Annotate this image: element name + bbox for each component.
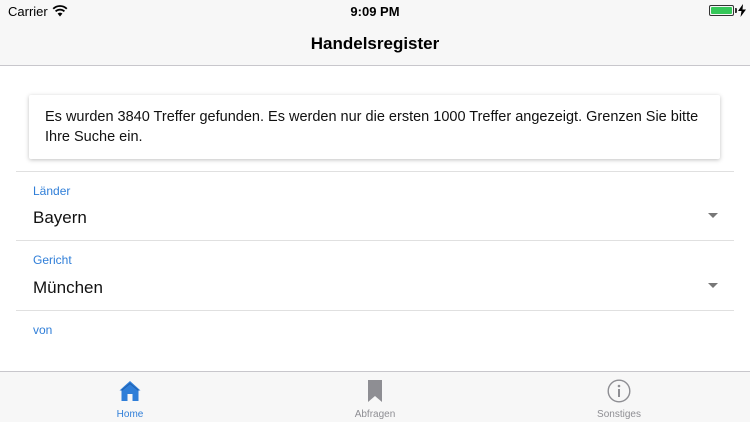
charging-icon: [738, 4, 746, 17]
status-bar: Carrier 9:09 PM: [0, 0, 750, 22]
info-message-card: Es wurden 3840 Treffer gefunden. Es werd…: [29, 95, 720, 159]
gericht-select[interactable]: München: [16, 266, 734, 311]
tab-abfragen-label: Abfragen: [354, 409, 396, 420]
dropdown-arrow-icon: [708, 283, 718, 288]
laender-value: Bayern: [33, 208, 87, 227]
battery-cap: [735, 8, 737, 13]
battery-fill: [711, 7, 732, 14]
bookmark-icon: [368, 380, 382, 402]
battery-icon: [709, 5, 734, 16]
laender-select[interactable]: Bayern: [16, 196, 734, 241]
tab-bar: Home Abfragen Sonstiges: [0, 371, 750, 422]
divider: [16, 171, 734, 172]
tab-home-label: Home: [116, 409, 144, 420]
tab-sonstiges[interactable]: Sonstiges: [559, 372, 679, 422]
tab-sonstiges-label: Sonstiges: [597, 409, 641, 420]
von-label: von: [33, 323, 53, 337]
navigation-bar: Handelsregister: [0, 22, 750, 66]
gericht-label: Gericht: [33, 253, 72, 267]
tab-abfragen[interactable]: Abfragen: [315, 372, 435, 422]
info-message-text: Es wurden 3840 Treffer gefunden. Es werd…: [45, 109, 699, 145]
clock: 9:09 PM: [350, 4, 400, 19]
page-title: Handelsregister: [310, 34, 440, 53]
dropdown-arrow-icon: [708, 213, 718, 218]
tab-home[interactable]: Home: [70, 372, 190, 422]
info-icon: [607, 379, 631, 403]
home-icon: [119, 381, 141, 401]
gericht-value: München: [33, 278, 103, 297]
